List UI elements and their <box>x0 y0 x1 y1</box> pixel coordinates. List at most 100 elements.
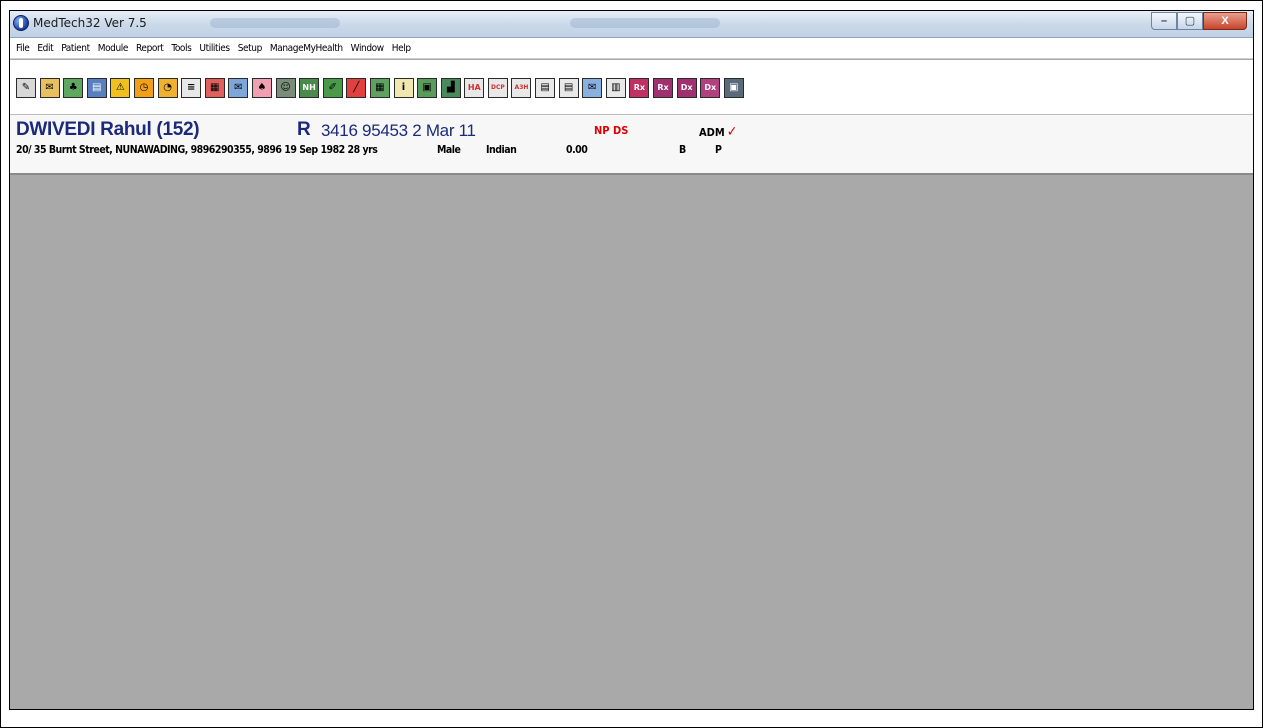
menu-bar: File Edit Patient Module Report Tools Ut… <box>10 38 1253 59</box>
envelope-icon-glyph: ✉ <box>588 82 597 93</box>
menu-window[interactable]: Window <box>351 43 384 54</box>
app-window: MedTech32 Ver 7.5 – ▢ X File Edit Patien… <box>9 10 1254 710</box>
inbox-icon-glyph: ✉ <box>45 82 54 93</box>
pen-icon[interactable]: ╱ <box>346 78 367 98</box>
nhi-icon[interactable]: NH <box>299 78 320 98</box>
toolbar-buttons: ✎ ✉ ♣ ▤ ⚠ ◷ ◔ ≡ ▦ ✉ ♠ ☺ NH ✐ ╱ ▦ i ▣ ▟ HA DCP A3H ▤ ▤ ✉ ▥ Rx Rx Dx Dx… <box>16 78 747 98</box>
menu-module[interactable]: Module <box>98 43 129 54</box>
notes-icon[interactable]: ≡ <box>181 78 202 98</box>
patient-gender: Male <box>437 144 461 156</box>
bar-chart-icon-glyph: ▟ <box>446 82 455 93</box>
doctor-icon[interactable]: ☺ <box>275 78 296 98</box>
appointment-clock-icon-glyph: ◷ <box>139 82 149 93</box>
appointment-clock-icon[interactable]: ◷ <box>133 78 154 98</box>
recall-icon-glyph: ◔ <box>163 82 172 93</box>
rx-repeat-icon-glyph: Rx <box>657 83 669 92</box>
alert-icon[interactable]: ⚠ <box>110 78 131 98</box>
document-icon-glyph: ▦ <box>210 82 220 93</box>
doctor-icon-glyph: ☺ <box>280 82 291 93</box>
menu-edit[interactable]: Edit <box>37 43 53 54</box>
recall-icon[interactable]: ◔ <box>157 78 178 98</box>
menu-managemyhealth[interactable]: ManageMyHealth <box>270 43 343 54</box>
patient-register-icon[interactable]: ✎ <box>16 78 36 98</box>
patient-banner: DWIVEDI Rahul (152) R 3416 95453 2 Mar 1… <box>10 115 1253 175</box>
patient-ethnicity: Indian <box>486 144 517 156</box>
dx-history-icon[interactable]: Dx <box>700 78 721 98</box>
patient-code-p: P <box>715 144 722 156</box>
rx-icon[interactable]: Rx <box>629 78 650 98</box>
ha-form-icon-glyph: HA <box>467 83 481 92</box>
close-button[interactable]: X <box>1203 12 1247 30</box>
bar-chart-icon[interactable]: ▟ <box>440 78 461 98</box>
menu-tools[interactable]: Tools <box>171 43 191 54</box>
computer-icon[interactable]: ▣ <box>417 78 438 98</box>
pen-icon-glyph: ╱ <box>353 82 360 93</box>
mdi-workspace <box>10 175 1253 709</box>
a3h-form-icon[interactable]: A3H <box>511 78 532 98</box>
save-disk-icon-glyph: ▣ <box>729 82 739 93</box>
consultation-icon-glyph: ▤ <box>92 82 102 93</box>
form-list-icon[interactable]: ▤ <box>558 78 579 98</box>
menu-file[interactable]: File <box>16 43 30 54</box>
rx-repeat-icon[interactable]: Rx <box>653 78 674 98</box>
patient-nhi-info: 3416 95453 2 Mar 11 <box>321 121 476 140</box>
patient-register-icon-glyph: ✎ <box>21 82 31 93</box>
menu-patient[interactable]: Patient <box>61 43 90 54</box>
nhi-icon-glyph: NH <box>302 83 316 92</box>
pencil-icon[interactable]: ✐ <box>322 78 343 98</box>
form-icon[interactable]: ▤ <box>535 78 556 98</box>
menu-utilities[interactable]: Utilities <box>199 43 230 54</box>
form-icon-glyph: ▤ <box>540 82 550 93</box>
dx-icon[interactable]: Dx <box>676 78 697 98</box>
menu-setup[interactable]: Setup <box>238 43 263 54</box>
mail-icon[interactable]: ✉ <box>228 78 249 98</box>
notes-icon-glyph: ≡ <box>186 82 196 93</box>
background-title-blur <box>210 18 340 28</box>
pig-icon-glyph: ♠ <box>257 82 267 93</box>
maximize-button[interactable]: ▢ <box>1177 12 1203 30</box>
patient-flags: NP DS <box>594 124 629 137</box>
pig-icon[interactable]: ♠ <box>251 78 272 98</box>
patient-adm: ADM ✓ <box>699 124 737 140</box>
patient-address: 20/ 35 Burnt Street, NUNAWADING, 9896290… <box>16 144 378 156</box>
menu-help[interactable]: Help <box>392 43 411 54</box>
rx-icon-glyph: Rx <box>633 83 646 92</box>
check-icon: ✓ <box>726 124 738 140</box>
adm-label: ADM <box>699 126 725 139</box>
dx-icon-glyph: Dx <box>680 83 693 92</box>
envelope-icon[interactable]: ✉ <box>582 78 603 98</box>
form-list-icon-glyph: ▤ <box>563 82 574 93</box>
letter-icon[interactable]: ▥ <box>605 78 626 98</box>
patient-r-label: R <box>297 119 311 140</box>
patient-balance: 0.00 <box>566 144 588 156</box>
patient-name[interactable]: DWIVEDI Rahul (152) <box>16 119 200 141</box>
medtech-app-icon[interactable] <box>13 15 29 31</box>
background-title-blur <box>570 18 720 28</box>
family-tree-icon[interactable]: ♣ <box>63 78 84 98</box>
minimize-button[interactable]: – <box>1151 12 1177 30</box>
dcp-form-icon-glyph: DCP <box>490 84 505 91</box>
document-icon[interactable]: ▦ <box>204 78 225 98</box>
patient-code-b: B <box>679 144 686 156</box>
window-title: MedTech32 Ver 7.5 <box>33 16 147 30</box>
a3h-form-icon-glyph: A3H <box>514 84 529 91</box>
calculator-icon-glyph: ▦ <box>375 82 385 93</box>
dcp-form-icon[interactable]: DCP <box>487 78 508 98</box>
window-controls: – ▢ X <box>1151 12 1247 30</box>
consultation-icon[interactable]: ▤ <box>86 78 107 98</box>
alert-icon-glyph: ⚠ <box>115 82 125 93</box>
pencil-icon-glyph: ✐ <box>328 82 337 93</box>
info-icon-glyph: i <box>401 82 406 93</box>
info-icon[interactable]: i <box>393 78 414 98</box>
inbox-icon[interactable]: ✉ <box>39 78 60 98</box>
letter-icon-glyph: ▥ <box>611 82 621 93</box>
menu-report[interactable]: Report <box>136 43 164 54</box>
save-disk-icon[interactable]: ▣ <box>723 78 744 98</box>
dx-history-icon-glyph: Dx <box>704 83 717 92</box>
calculator-icon[interactable]: ▦ <box>369 78 390 98</box>
family-tree-icon-glyph: ♣ <box>68 82 78 93</box>
title-bar[interactable]: MedTech32 Ver 7.5 – ▢ X <box>10 11 1253 38</box>
ha-form-icon[interactable]: HA <box>464 78 485 98</box>
computer-icon-glyph: ▣ <box>422 82 432 93</box>
mail-icon-glyph: ✉ <box>234 82 243 93</box>
